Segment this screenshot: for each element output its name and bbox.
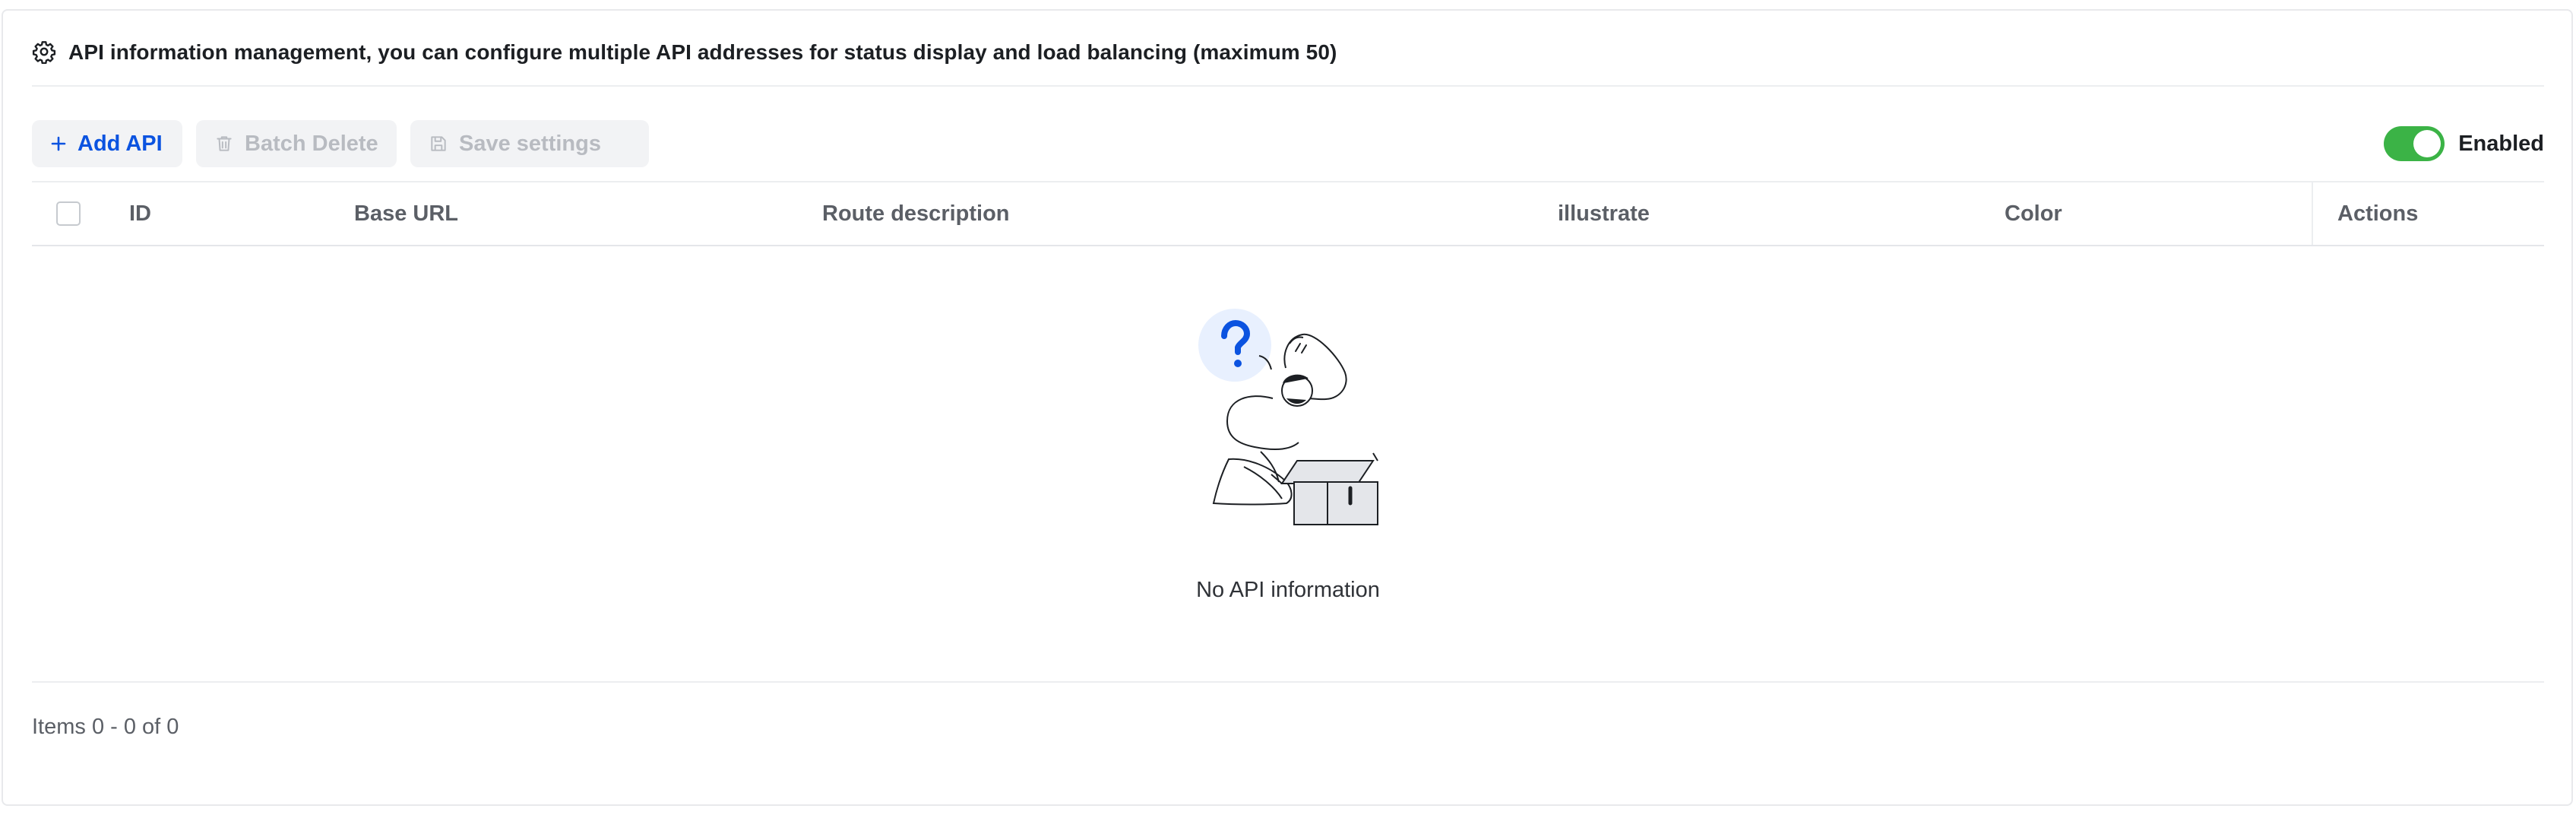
column-route-description: Route description bbox=[822, 201, 1010, 226]
save-icon bbox=[431, 136, 446, 151]
table-header: ID Base URL Route description illustrate… bbox=[32, 182, 2544, 246]
column-base-url: Base URL bbox=[354, 201, 458, 226]
enabled-label: Enabled bbox=[2458, 131, 2544, 156]
select-all-checkbox[interactable] bbox=[56, 201, 81, 226]
batch-delete-button[interactable]: Batch Delete bbox=[196, 120, 397, 167]
card-header: API information management, you can conf… bbox=[32, 24, 2544, 87]
batch-delete-label: Batch Delete bbox=[245, 131, 378, 156]
trash-icon bbox=[217, 136, 232, 151]
api-table: ID Base URL Route description illustrate… bbox=[32, 181, 2544, 683]
toolbar: Add API Batch Delete Save settings Enabl… bbox=[32, 120, 2544, 167]
column-illustrate: illustrate bbox=[1558, 201, 1650, 226]
pagination-summary: Items 0 - 0 of 0 bbox=[32, 715, 179, 739]
gear-icon bbox=[32, 41, 56, 64]
add-api-button[interactable]: Add API bbox=[32, 120, 182, 167]
plus-icon bbox=[51, 136, 66, 151]
empty-state-illustration-icon bbox=[1198, 309, 1378, 525]
add-api-label: Add API bbox=[78, 131, 163, 156]
column-actions: Actions bbox=[2337, 201, 2419, 226]
enabled-toggle-group: Enabled bbox=[2384, 126, 2544, 161]
column-color: Color bbox=[2005, 201, 2062, 226]
save-settings-label: Save settings bbox=[459, 131, 601, 156]
enabled-toggle[interactable] bbox=[2384, 126, 2445, 161]
column-divider bbox=[2312, 182, 2313, 245]
column-id: ID bbox=[129, 201, 151, 226]
save-settings-button[interactable]: Save settings bbox=[410, 120, 649, 167]
empty-state-message: No API information bbox=[1196, 578, 1380, 602]
empty-state: No API information bbox=[32, 246, 2544, 683]
page-title: API information management, you can conf… bbox=[68, 40, 1337, 64]
toggle-knob bbox=[2413, 130, 2442, 157]
